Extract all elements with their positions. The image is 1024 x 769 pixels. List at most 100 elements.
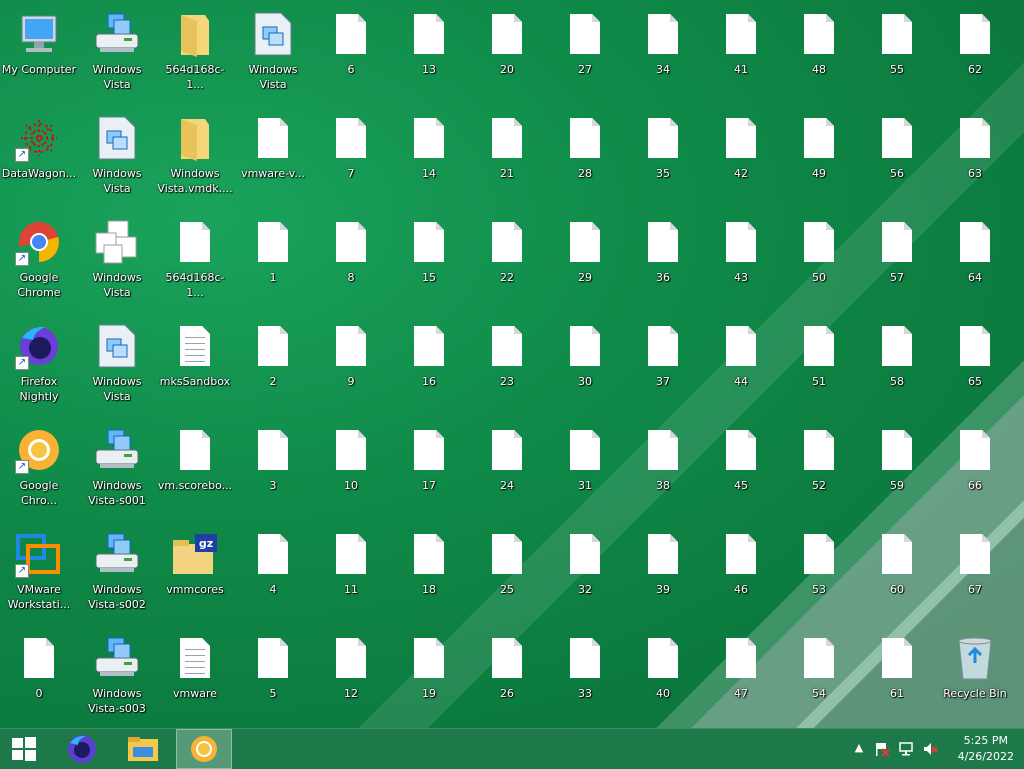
desktop-icon[interactable]: 22 — [468, 212, 546, 312]
desktop-icon[interactable]: 25 — [468, 524, 546, 624]
desktop-icon[interactable]: Windows Vista — [78, 316, 156, 416]
desktop-icon[interactable]: My Computer — [0, 4, 78, 104]
desktop-icon[interactable]: 28 — [546, 108, 624, 208]
desktop-icon[interactable]: 17 — [390, 420, 468, 520]
desktop-icon[interactable]: 9 — [312, 316, 390, 416]
desktop-icon[interactable]: 1 — [234, 212, 312, 312]
desktop-icon[interactable]: 48 — [780, 4, 858, 104]
desktop-icon[interactable]: 64 — [936, 212, 1014, 312]
desktop-icon[interactable]: 26 — [468, 628, 546, 728]
desktop-icon[interactable]: Windows Vista — [78, 212, 156, 312]
desktop-icon[interactable]: 24 — [468, 420, 546, 520]
desktop-icon[interactable]: 5 — [234, 628, 312, 728]
desktop-icon[interactable]: 56 — [858, 108, 936, 208]
desktop-icon[interactable]: 67 — [936, 524, 1014, 624]
desktop-icon[interactable]: ↗ Google Chro... — [0, 420, 78, 520]
desktop-icon[interactable]: Windows Vista.vmdk.... — [156, 108, 234, 208]
desktop-icon[interactable]: 12 — [312, 628, 390, 728]
desktop-icon[interactable]: ↗ DataWagon... — [0, 108, 78, 208]
desktop-icon[interactable]: 23 — [468, 316, 546, 416]
desktop-icon[interactable]: 58 — [858, 316, 936, 416]
desktop-icon[interactable]: 20 — [468, 4, 546, 104]
desktop-icon[interactable]: 57 — [858, 212, 936, 312]
desktop-icon[interactable]: ↗ Firefox Nightly — [0, 316, 78, 416]
desktop-icon[interactable]: 14 — [390, 108, 468, 208]
desktop-icon[interactable]: 30 — [546, 316, 624, 416]
desktop-icon[interactable]: 10 — [312, 420, 390, 520]
show-hidden-icons[interactable]: ▲ — [851, 741, 867, 757]
desktop-icon[interactable]: 13 — [390, 4, 468, 104]
desktop-icon[interactable]: 31 — [546, 420, 624, 520]
desktop-icon[interactable]: ↗ Google Chrome — [0, 212, 78, 312]
desktop-icon[interactable]: 2 — [234, 316, 312, 416]
desktop-icon[interactable]: 38 — [624, 420, 702, 520]
desktop-icon[interactable]: 41 — [702, 4, 780, 104]
system-clock[interactable]: 5:25 PM 4/26/2022 — [958, 733, 1014, 765]
desktop-icon[interactable]: 53 — [780, 524, 858, 624]
desktop-icon[interactable]: 16 — [390, 316, 468, 416]
desktop-icon[interactable]: Windows Vista — [78, 4, 156, 104]
desktop-icon[interactable]: vmware-v... — [234, 108, 312, 208]
desktop-icon[interactable]: vm.scorebo... — [156, 420, 234, 520]
desktop-icon[interactable]: 54 — [780, 628, 858, 728]
desktop-icon[interactable]: Windows Vista — [78, 108, 156, 208]
desktop-icon[interactable]: 7 — [312, 108, 390, 208]
desktop-icon[interactable]: 6 — [312, 4, 390, 104]
desktop-icon[interactable]: 49 — [780, 108, 858, 208]
desktop-icon[interactable]: 65 — [936, 316, 1014, 416]
desktop-icon[interactable]: 62 — [936, 4, 1014, 104]
desktop-icon[interactable]: 66 — [936, 420, 1014, 520]
desktop-icon[interactable]: ↗ VMware Workstati... — [0, 524, 78, 624]
desktop-icon[interactable]: 39 — [624, 524, 702, 624]
desktop-icon[interactable]: 32 — [546, 524, 624, 624]
desktop-icon[interactable]: 27 — [546, 4, 624, 104]
desktop-icon[interactable]: 36 — [624, 212, 702, 312]
desktop-icon[interactable]: 8 — [312, 212, 390, 312]
desktop-icon[interactable]: 34 — [624, 4, 702, 104]
desktop-icon[interactable]: 44 — [702, 316, 780, 416]
desktop-icon[interactable]: 19 — [390, 628, 468, 728]
network-status[interactable] — [898, 741, 914, 757]
desktop-icon[interactable]: 0 — [0, 628, 78, 728]
desktop-icon[interactable]: Recycle Bin — [936, 628, 1014, 728]
desktop-icon[interactable]: 29 — [546, 212, 624, 312]
desktop-icon[interactable]: 60 — [858, 524, 936, 624]
desktop-icon[interactable]: 3 — [234, 420, 312, 520]
desktop-icon[interactable]: 45 — [702, 420, 780, 520]
desktop-icon[interactable]: 59 — [858, 420, 936, 520]
desktop-icon[interactable]: 40 — [624, 628, 702, 728]
desktop-icon[interactable]: 55 — [858, 4, 936, 104]
desktop-icon[interactable]: 42 — [702, 108, 780, 208]
desktop-icon[interactable]: 15 — [390, 212, 468, 312]
desktop-icon[interactable]: 35 — [624, 108, 702, 208]
taskbar-file-explorer[interactable] — [115, 729, 171, 769]
desktop-icon[interactable]: 33 — [546, 628, 624, 728]
desktop-icon[interactable]: Windows Vista — [234, 4, 312, 104]
action-center[interactable] — [874, 741, 890, 757]
desktop-icon[interactable]: 50 — [780, 212, 858, 312]
desktop-icon[interactable]: 18 — [390, 524, 468, 624]
desktop-icon[interactable]: 11 — [312, 524, 390, 624]
desktop-icon[interactable]: 43 — [702, 212, 780, 312]
start-button[interactable] — [0, 729, 48, 769]
desktop-icon[interactable]: mksSandbox — [156, 316, 234, 416]
desktop[interactable]: My Computer ↗ DataWagon... ↗ Google Chrome ↗ F… — [0, 0, 1024, 728]
desktop-icon[interactable]: 564d168c-1... — [156, 4, 234, 104]
desktop-icon[interactable]: gz vmmcores — [156, 524, 234, 624]
desktop-icon[interactable]: 47 — [702, 628, 780, 728]
taskbar-chrome-canary[interactable] — [176, 729, 232, 769]
desktop-icon[interactable]: Windows Vista-s003 — [78, 628, 156, 728]
desktop-icon[interactable]: 37 — [624, 316, 702, 416]
desktop-icon[interactable]: 46 — [702, 524, 780, 624]
desktop-icon[interactable]: 51 — [780, 316, 858, 416]
desktop-icon[interactable]: 4 — [234, 524, 312, 624]
desktop-icon[interactable]: 52 — [780, 420, 858, 520]
taskbar-firefox-nightly[interactable] — [54, 729, 110, 769]
desktop-icon[interactable]: Windows Vista-s001 — [78, 420, 156, 520]
desktop-icon[interactable]: 21 — [468, 108, 546, 208]
desktop-icon[interactable]: Windows Vista-s002 — [78, 524, 156, 624]
desktop-icon[interactable]: vmware — [156, 628, 234, 728]
desktop-icon[interactable]: 63 — [936, 108, 1014, 208]
desktop-icon[interactable]: 564d168c-1... — [156, 212, 234, 312]
volume-control[interactable] — [922, 741, 938, 757]
